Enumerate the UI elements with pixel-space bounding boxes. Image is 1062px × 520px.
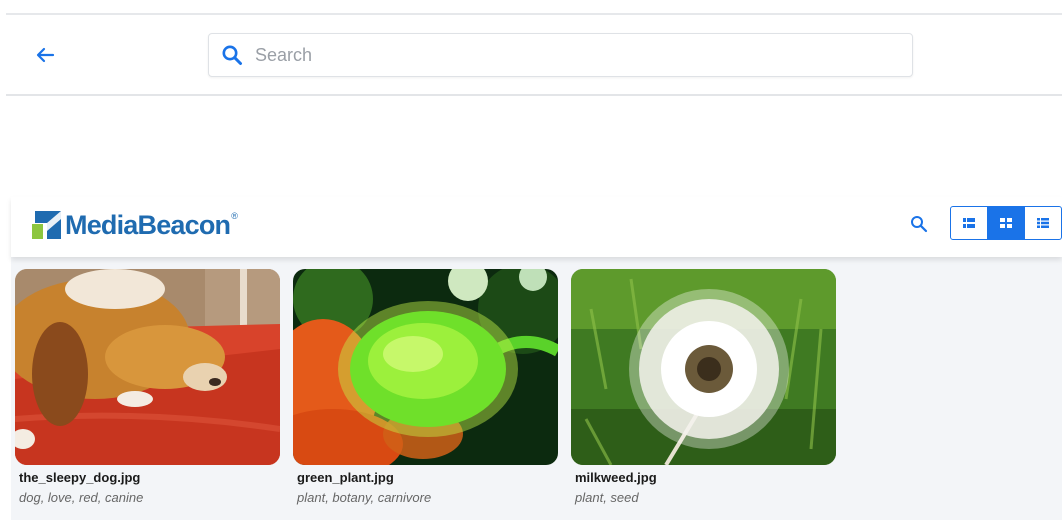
back-arrow-icon <box>36 47 55 63</box>
logo-mark-icon <box>32 211 61 239</box>
asset-filename: green_plant.jpg <box>297 470 394 485</box>
asset-tags: plant, seed <box>575 490 639 505</box>
search-icon <box>209 33 255 77</box>
grid-view-icon <box>1000 218 1012 228</box>
list-view-icon <box>963 218 975 228</box>
top-bar-divider <box>6 94 1062 96</box>
asset-gallery: the_sleepy_dog.jpg dog, love, red, canin… <box>11 257 1062 520</box>
grid-view-button[interactable] <box>988 207 1025 239</box>
back-button[interactable] <box>28 40 62 70</box>
table-view-icon <box>1037 218 1049 228</box>
table-view-button[interactable] <box>1025 207 1061 239</box>
logo-text: MediaBeacon <box>65 209 231 240</box>
asset-thumbnail-dog[interactable] <box>15 269 280 465</box>
asset-card[interactable]: green_plant.jpg plant, botany, carnivore <box>293 269 558 505</box>
asset-thumbnail-milkweed[interactable] <box>571 269 836 465</box>
asset-tags: dog, love, red, canine <box>19 490 144 505</box>
search-icon <box>911 216 928 233</box>
header-search-button[interactable] <box>908 213 930 235</box>
view-mode-toggle <box>950 206 1062 240</box>
mediabeacon-header: MediaBeacon ® <box>11 197 1062 257</box>
asset-tags: plant, botany, carnivore <box>297 490 432 505</box>
asset-thumbnail-green-plant[interactable] <box>293 269 558 465</box>
search-input[interactable] <box>255 35 895 75</box>
asset-filename: the_sleepy_dog.jpg <box>19 470 141 485</box>
search-box[interactable] <box>208 33 913 77</box>
list-view-button[interactable] <box>951 207 988 239</box>
asset-card[interactable]: milkweed.jpg plant, seed <box>571 269 836 505</box>
asset-card[interactable]: the_sleepy_dog.jpg dog, love, red, canin… <box>15 269 280 505</box>
mediabeacon-logo[interactable]: MediaBeacon ® <box>30 209 238 241</box>
registered-mark: ® <box>231 211 238 221</box>
asset-filename: milkweed.jpg <box>575 470 657 485</box>
